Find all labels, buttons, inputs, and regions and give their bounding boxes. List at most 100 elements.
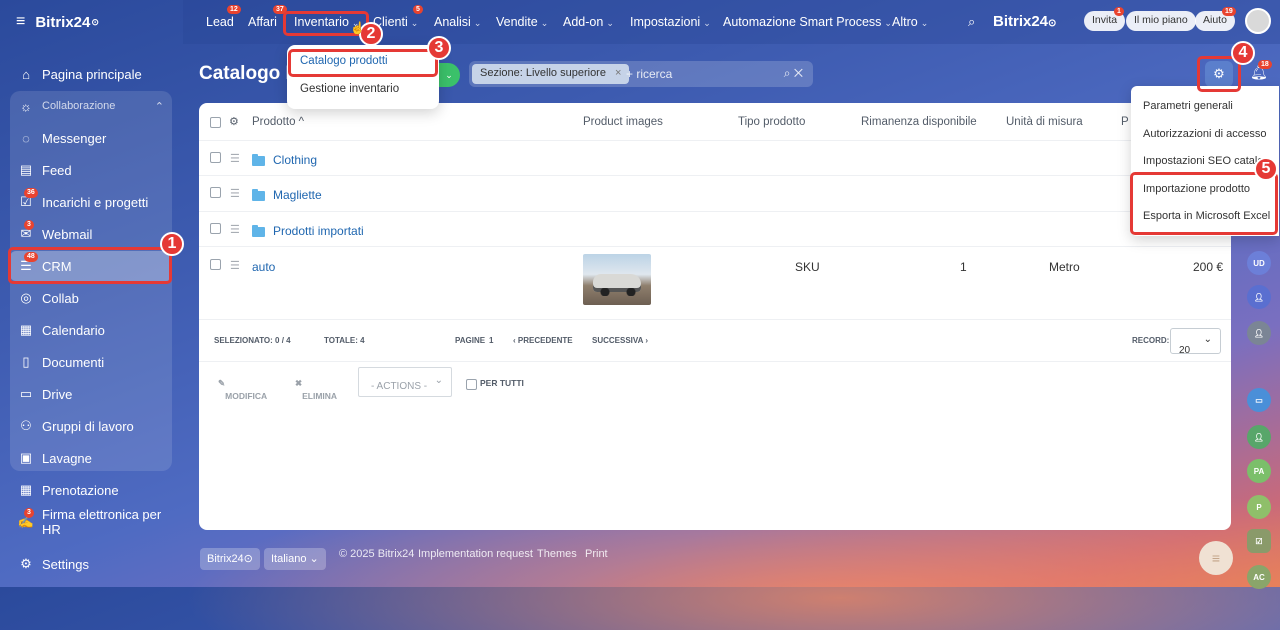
rail-avatar[interactable]: UD xyxy=(1247,251,1271,275)
rail-avatar[interactable]: AC xyxy=(1247,565,1271,589)
column-header-prodotto[interactable]: Prodotto ^ xyxy=(252,116,304,128)
chat-widget-button[interactable]: ≡ xyxy=(1199,541,1233,575)
topnav-addon[interactable]: Add-on ⌄ xyxy=(563,15,614,29)
sidebar-item-messenger[interactable]: ◌ Messenger xyxy=(10,123,172,153)
topnav-affari[interactable]: Affari 37 xyxy=(248,5,287,29)
sidebar-item-calendar[interactable]: ▦ Calendario xyxy=(10,315,172,345)
sidebar-item-label: Collaborazione xyxy=(42,100,116,112)
notifications-bell[interactable]: 🔔︎ 18 xyxy=(1250,60,1272,81)
topnav-label: Affari xyxy=(248,15,277,29)
drag-handle-icon[interactable]: ☰ xyxy=(230,259,240,272)
row-name-link[interactable]: auto xyxy=(252,260,275,274)
sidebar-item-drive[interactable]: ▭ Drive xyxy=(10,379,172,409)
sidebar-item-label: Webmail xyxy=(42,226,93,242)
row-name-link[interactable]: Clothing xyxy=(273,153,317,167)
table-row[interactable]: ☰ Clothing xyxy=(199,141,1231,176)
sidebar-item-boards[interactable]: ▣ Lavagne xyxy=(10,443,172,473)
row-checkbox[interactable] xyxy=(210,223,221,234)
menu-item-autorizzazioni[interactable]: Autorizzazioni di accesso xyxy=(1143,128,1267,140)
filter-tag[interactable]: Sezione: Livello superiore × xyxy=(472,64,630,84)
topnav-automazione[interactable]: Automazione Smart Process ⌄ xyxy=(723,15,892,29)
records-select[interactable]: 20 ⌄ xyxy=(1170,328,1221,356)
rail-avatar[interactable]: 👤︎ xyxy=(1247,425,1271,449)
menu-item-parametri[interactable]: Parametri generali xyxy=(1143,100,1233,112)
sidebar-item-settings[interactable]: ⚙ Settings xyxy=(10,549,172,579)
cell-price: 200 € xyxy=(1193,260,1224,274)
language-select[interactable]: Italiano ⌄ xyxy=(264,548,326,570)
column-header-unita[interactable]: Unità di misura xyxy=(1006,116,1083,128)
for-all-checkbox[interactable] xyxy=(466,379,477,390)
topnav-vendite[interactable]: Vendite ⌄ xyxy=(496,15,548,29)
my-plan-button[interactable]: Il mio piano xyxy=(1126,11,1196,31)
column-header-rimanenza[interactable]: Rimanenza disponibile xyxy=(861,116,977,128)
chevron-down-icon: ⌄ xyxy=(445,69,453,80)
top-brand[interactable]: Bitrix24⊙ xyxy=(993,13,1056,30)
sidebar-item-collab[interactable]: ◎ Collab xyxy=(10,283,172,313)
sidebar-item-groups[interactable]: ⚇ Gruppi di lavoro xyxy=(10,411,172,441)
edit-button[interactable]: ✎ MODIFICA xyxy=(218,378,267,401)
row-checkbox[interactable] xyxy=(210,152,221,163)
sidebar-section-collaborazione[interactable]: ☼ Collaborazione ⌃ xyxy=(10,91,172,121)
row-checkbox[interactable] xyxy=(210,259,221,270)
menu-item-gestione-inventario[interactable]: Gestione inventario xyxy=(300,83,399,95)
rail-avatar[interactable]: P xyxy=(1247,495,1271,519)
column-header-images[interactable]: Product images xyxy=(583,116,663,128)
product-image-car[interactable] xyxy=(583,254,651,305)
sidebar-item-webmail[interactable]: ✉ 3 Webmail xyxy=(10,219,172,249)
next-page-button[interactable]: SUCCESSIVA › xyxy=(592,336,648,345)
filter-bar[interactable]: Sezione: Livello superiore × + ricerca ⌕… xyxy=(469,61,813,87)
implementation-request-link[interactable]: Implementation request xyxy=(418,548,533,560)
rail-avatar[interactable]: 👤︎ xyxy=(1247,321,1271,345)
table-row[interactable]: ☰ Prodotti importati xyxy=(199,212,1231,247)
sidebar-item-tasks[interactable]: ☑ 36 Incarichi e progetti xyxy=(10,187,172,217)
topnav-lead[interactable]: Lead 12 xyxy=(206,5,241,29)
topnav-altro[interactable]: Altro ⌄ xyxy=(892,15,928,29)
sidebar-item-feed[interactable]: ▤ Feed xyxy=(10,155,172,185)
rail-avatar[interactable]: 👤︎ xyxy=(1247,285,1271,309)
actions-select[interactable]: - ACTIONS - ⌄ xyxy=(358,367,452,397)
sidebar-logo[interactable]: ≡ Bitrix24 ⊙ xyxy=(16,13,99,31)
add-dropdown-button[interactable]: ⌄ xyxy=(438,63,460,87)
help-button[interactable]: Aiuto 19 xyxy=(1195,7,1236,31)
user-avatar[interactable] xyxy=(1245,8,1271,34)
table-row[interactable]: ☰ auto SKU 1 Metro 200 € xyxy=(199,247,1231,320)
highlight-import-export xyxy=(1130,172,1278,235)
search-icon[interactable]: ⌕ xyxy=(968,14,975,30)
search-input[interactable]: + ricerca xyxy=(626,67,672,81)
row-name-link[interactable]: Magliette xyxy=(273,188,322,202)
rail-chat-icon[interactable]: ▭ xyxy=(1247,388,1271,412)
boards-icon: ▣ xyxy=(19,450,33,465)
table-row[interactable]: ☰ Magliette xyxy=(199,176,1231,212)
prev-page-button[interactable]: ‹ PRECEDENTE xyxy=(513,336,573,345)
gear-icon[interactable]: ⚙ xyxy=(229,115,239,128)
sidebar-item-label: Firma elettronica per HR xyxy=(42,507,162,537)
drag-handle-icon[interactable]: ☰ xyxy=(230,223,240,236)
topnav-impostazioni[interactable]: Impostazioni ⌄ xyxy=(630,15,711,29)
topnav-label: Analisi xyxy=(434,15,471,29)
footer-brand[interactable]: Bitrix24⊙ xyxy=(200,548,260,570)
sidebar-item-esign[interactable]: ✍ 3 Firma elettronica per HR xyxy=(10,507,172,537)
topnav-analisi[interactable]: Analisi ⌄ xyxy=(434,15,481,29)
row-name-link[interactable]: Prodotti importati xyxy=(273,224,364,238)
menu-hamburger-icon[interactable]: ≡ xyxy=(16,13,25,31)
invite-button[interactable]: Invita 1 xyxy=(1084,7,1126,31)
themes-link[interactable]: Themes xyxy=(537,548,577,560)
page-number[interactable]: 1 xyxy=(489,336,493,345)
close-icon[interactable]: × xyxy=(615,67,621,79)
print-link[interactable]: Print xyxy=(585,548,608,560)
column-header-price[interactable]: P xyxy=(1121,116,1129,128)
sidebar-item-booking[interactable]: ▦ Prenotazione xyxy=(10,475,172,505)
sidebar-item-documents[interactable]: ▯ Documenti xyxy=(10,347,172,377)
row-checkbox[interactable] xyxy=(210,187,221,198)
search-clear-icons[interactable]: ⌕ ✕ xyxy=(784,66,803,81)
rail-avatar[interactable]: PA xyxy=(1247,459,1271,483)
column-header-tipo[interactable]: Tipo prodotto xyxy=(738,116,805,128)
sidebar-item-home[interactable]: ⌂ Pagina principale xyxy=(10,59,172,89)
drag-handle-icon[interactable]: ☰ xyxy=(230,187,240,200)
delete-button[interactable]: ✖ ELIMINA xyxy=(295,378,337,401)
filter-tag-label: Sezione: Livello superiore xyxy=(480,67,606,79)
rail-tasks-icon[interactable]: ☑ xyxy=(1247,529,1271,553)
menu-item-seo[interactable]: Impostazioni SEO catalo xyxy=(1143,155,1263,167)
drag-handle-icon[interactable]: ☰ xyxy=(230,152,240,165)
select-all-checkbox[interactable] xyxy=(210,117,221,128)
